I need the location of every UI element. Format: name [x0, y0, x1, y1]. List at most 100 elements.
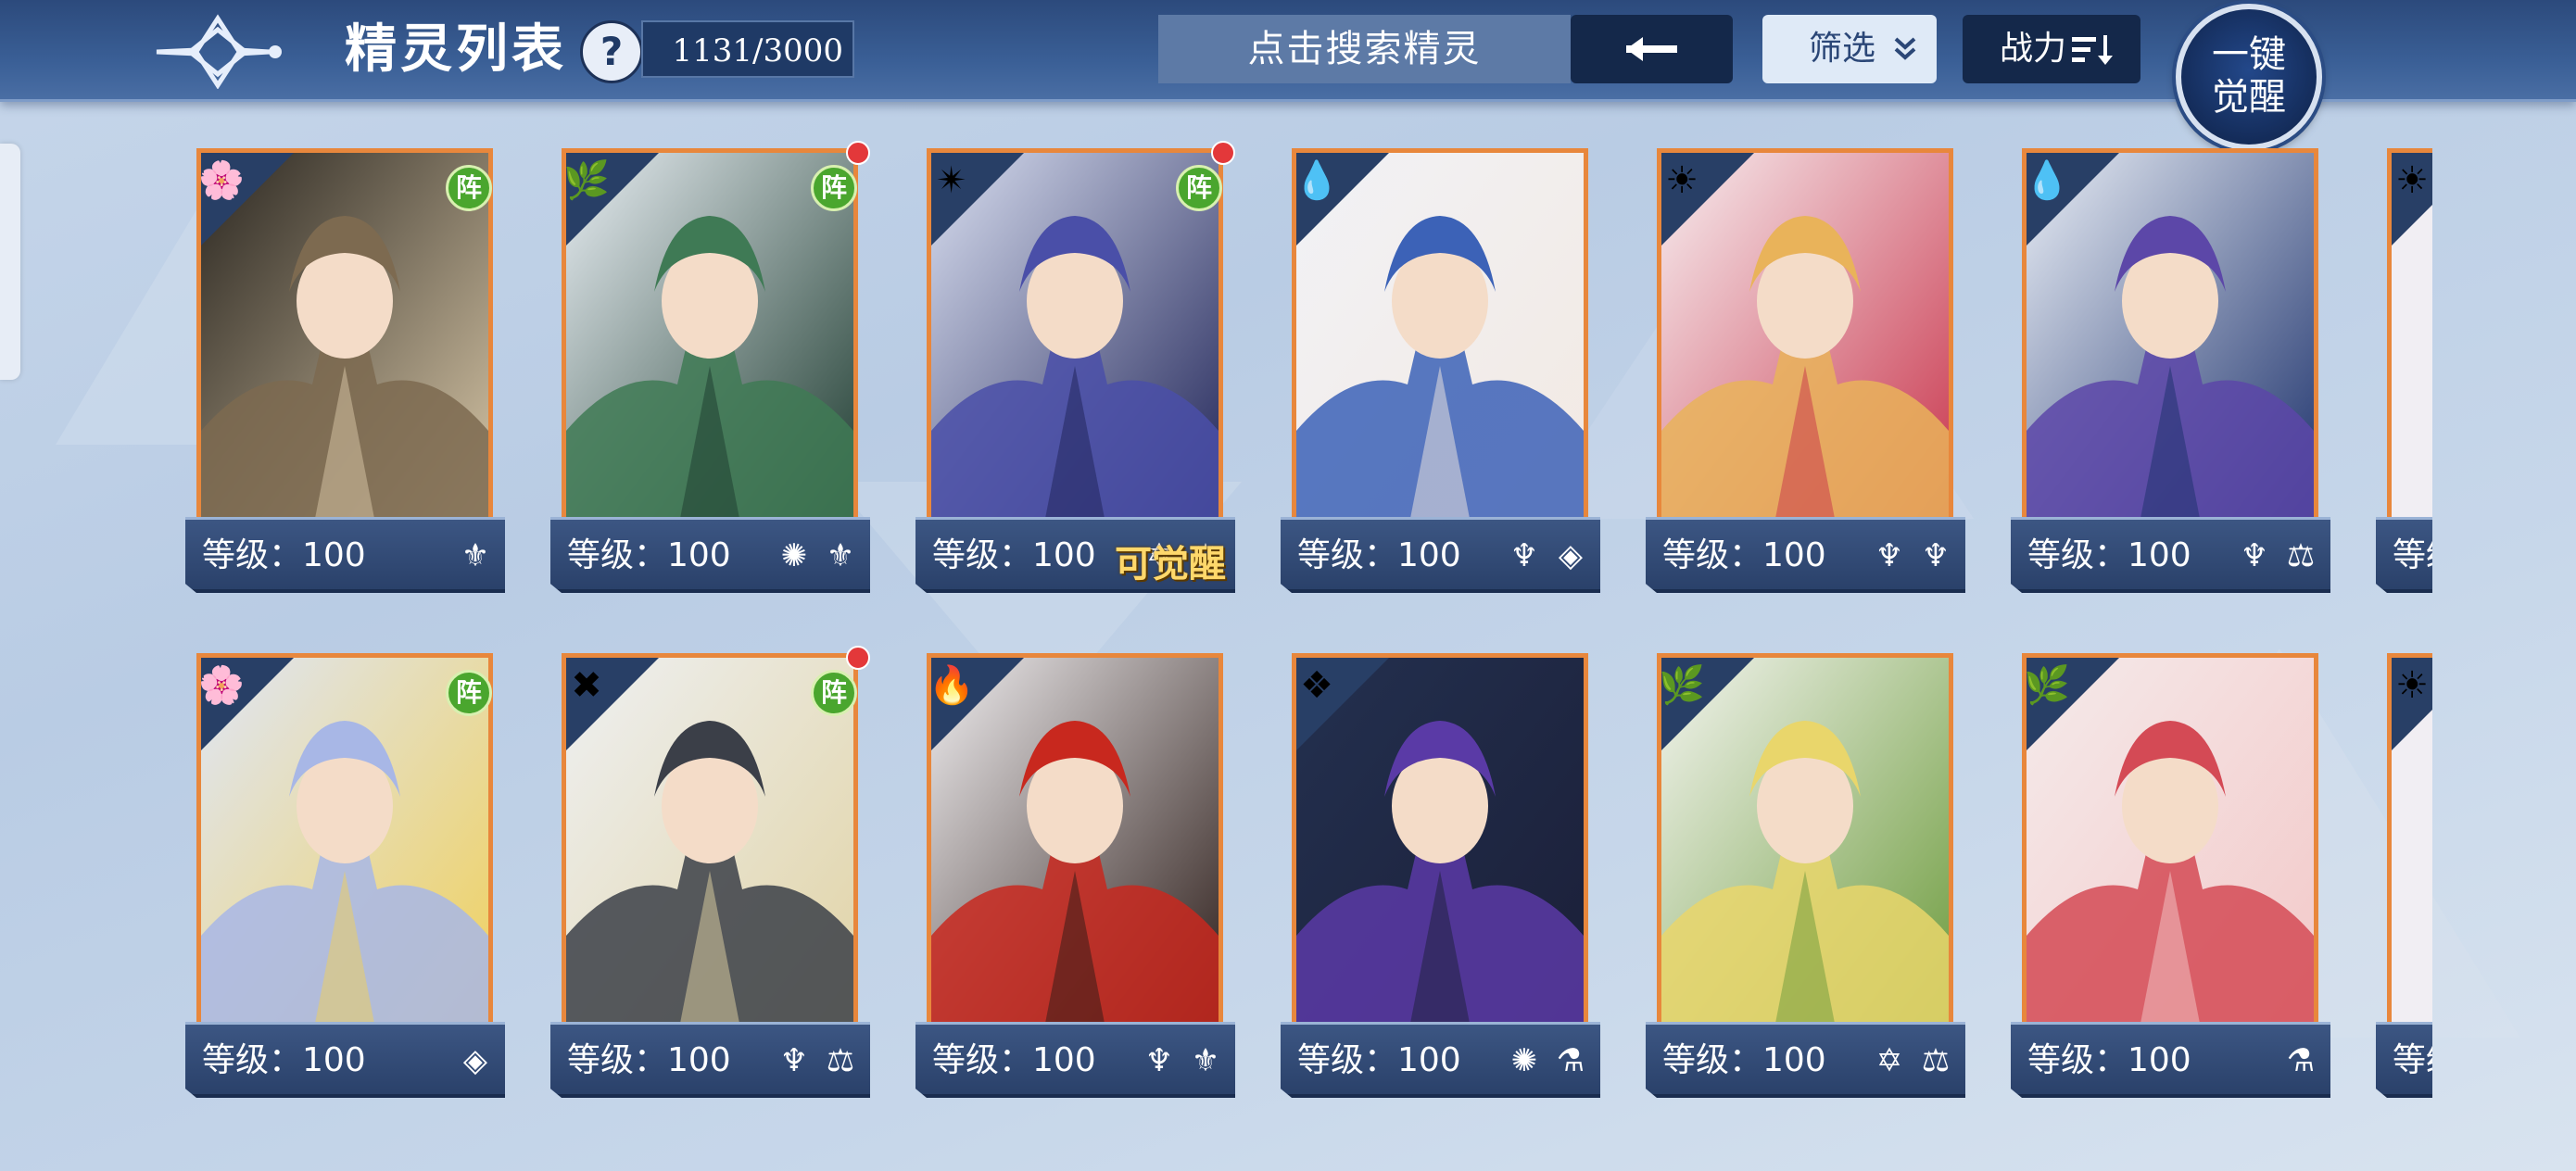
class-icons: ✺ ⚗	[1504, 1025, 1591, 1097]
card-info-bar: 等级：100 ♆ ◈	[1281, 517, 1600, 593]
card-info-bar: 等级：100 ♆ ⚖	[550, 1022, 870, 1098]
class-icon: ✺	[1510, 1042, 1538, 1079]
card-frame	[2022, 653, 2318, 1042]
notification-dot	[1211, 141, 1235, 165]
class-icon: ⚗	[1556, 1042, 1585, 1079]
card-info-bar: 等级：100 ◈	[185, 1022, 505, 1098]
class-icons: ✺ ⚜	[774, 520, 861, 592]
card-frame	[2022, 148, 2318, 537]
element-icon: ✴	[936, 159, 967, 202]
card-frame	[927, 148, 1223, 537]
card-frame	[2387, 653, 2432, 1042]
spirit-card[interactable]: ✴ 阵 可觉醒 等级：100 ✡ ⚖	[915, 141, 1235, 602]
spirit-card[interactable]: 🌸 阵 等级：100 ⚜	[185, 148, 505, 602]
card-info-bar: 等级：100 ✺ ⚜	[550, 517, 870, 593]
card-info-bar: 等级	[2376, 517, 2432, 593]
class-icon: ⚜	[826, 537, 855, 574]
class-icon: ♆	[2240, 537, 2269, 574]
class-icon: ♆	[1144, 1042, 1174, 1079]
spirit-card-partial[interactable]: ☀ 等级	[2376, 653, 2432, 1107]
element-icon: 🌿	[1659, 664, 1705, 707]
level-label: 等级：100	[2027, 1041, 2191, 1079]
class-icons: ⚗	[2280, 1025, 2321, 1097]
level-label: 等级：100	[202, 1041, 366, 1079]
class-icon: ⚗	[2286, 1042, 2316, 1079]
element-icon: 🔥	[928, 664, 975, 707]
class-icon: ✡	[1875, 1042, 1903, 1079]
level-label: 等级：100	[1297, 1041, 1461, 1079]
class-icon: ⚜	[461, 537, 490, 574]
card-info-bar: 等级：100 ✡ ⚖	[1646, 1022, 1965, 1098]
level-label: 等级：100	[932, 1041, 1096, 1079]
spirit-card[interactable]: ❖ 等级：100 ✺ ⚗	[1281, 653, 1600, 1107]
class-icons: ♆ ◈	[1504, 520, 1591, 592]
class-icons: ⚜	[455, 520, 496, 592]
class-icon: ♆	[1509, 537, 1539, 574]
element-icon: 💧	[2024, 159, 2070, 202]
class-icon: ♆	[779, 1042, 809, 1079]
spirit-card-partial[interactable]: ☀ 等级	[2376, 148, 2432, 602]
spirit-card[interactable]: 🌿 等级：100 ⚗	[2011, 653, 2330, 1107]
class-icon: ♆	[1921, 537, 1951, 574]
element-icon: 🌸	[198, 159, 245, 202]
spirit-card[interactable]: 💧 等级：100 ♆ ◈	[1281, 148, 1600, 602]
card-info-bar: 等级	[2376, 1022, 2432, 1098]
card-frame	[1657, 148, 1953, 537]
card-frame	[1292, 148, 1588, 537]
spirit-card[interactable]: 💧 等级：100 ♆ ⚖	[2011, 148, 2330, 602]
notification-dot	[846, 141, 870, 165]
card-info-bar: 等级：100 ⚗	[2011, 1022, 2330, 1098]
card-frame	[562, 148, 858, 537]
class-icons: ♆ ⚖	[774, 1025, 861, 1097]
level-label: 等级	[2393, 536, 2432, 574]
formation-badge: 阵	[1176, 165, 1222, 211]
element-icon: ☀	[2395, 664, 2429, 707]
class-icon: ⚜	[1191, 1042, 1220, 1079]
level-label: 等级：100	[1662, 1041, 1826, 1079]
card-info-bar: 等级：100 ♆ ⚜	[915, 1022, 1235, 1098]
level-label: 等级：100	[202, 536, 366, 574]
card-frame	[196, 653, 493, 1042]
card-frame	[196, 148, 493, 537]
element-icon: ☀	[1665, 159, 1698, 202]
spirit-grid: 🌸 阵 等级：100 ⚜ 🌿 阵 等级：100 ✺ ⚜ ✴ 阵 可觉醒 等级：1…	[0, 0, 2432, 1171]
level-label: 等级：100	[932, 536, 1096, 574]
element-icon: 🌿	[563, 159, 610, 202]
notification-dot	[846, 646, 870, 670]
formation-badge: 阵	[811, 165, 857, 211]
formation-badge: 阵	[811, 670, 857, 716]
spirit-card[interactable]: 🌿 阵 等级：100 ✺ ⚜	[550, 141, 870, 602]
spirit-card[interactable]: 🌿 等级：100 ✡ ⚖	[1646, 653, 1965, 1107]
element-icon: 🌸	[198, 664, 245, 707]
card-info-bar: 等级：100 ⚜	[185, 517, 505, 593]
spirit-card[interactable]: 🔥 等级：100 ♆ ⚜	[915, 653, 1235, 1107]
spirit-card[interactable]: ✖ 阵 等级：100 ♆ ⚖	[550, 646, 870, 1107]
element-icon: 💧	[1294, 159, 1340, 202]
formation-badge: 阵	[446, 670, 492, 716]
class-icon: ⚖	[826, 1042, 855, 1079]
card-info-bar: 等级：100 ✺ ⚗	[1281, 1022, 1600, 1098]
class-icon: ⚖	[2286, 537, 2316, 574]
class-icons: ♆ ♆	[1869, 520, 1956, 592]
level-label: 等级	[2393, 1041, 2432, 1079]
class-icons: ♆ ⚜	[1139, 1025, 1226, 1097]
class-icons: ✡ ⚖	[1869, 1025, 1956, 1097]
card-frame	[562, 653, 858, 1042]
class-icons: ◈	[455, 1025, 496, 1097]
formation-badge: 阵	[446, 165, 492, 211]
spirit-card[interactable]: ☀ 等级：100 ♆ ♆	[1646, 148, 1965, 602]
card-frame	[927, 653, 1223, 1042]
element-icon: ❖	[1300, 664, 1333, 707]
element-icon: ✖	[571, 664, 602, 707]
card-frame	[1292, 653, 1588, 1042]
element-icon: 🌿	[2024, 664, 2070, 707]
element-icon: ☀	[2395, 159, 2429, 202]
spirit-card[interactable]: 🌸 阵 等级：100 ◈	[185, 653, 505, 1107]
class-icon: ✺	[780, 537, 808, 574]
awakenable-tag: 可觉醒	[1115, 542, 1226, 586]
level-label: 等级：100	[567, 536, 731, 574]
card-frame	[2387, 148, 2432, 537]
card-info-bar: 等级：100 ♆ ♆	[1646, 517, 1965, 593]
level-label: 等级：100	[2027, 536, 2191, 574]
class-icons: ♆ ⚖	[2234, 520, 2321, 592]
